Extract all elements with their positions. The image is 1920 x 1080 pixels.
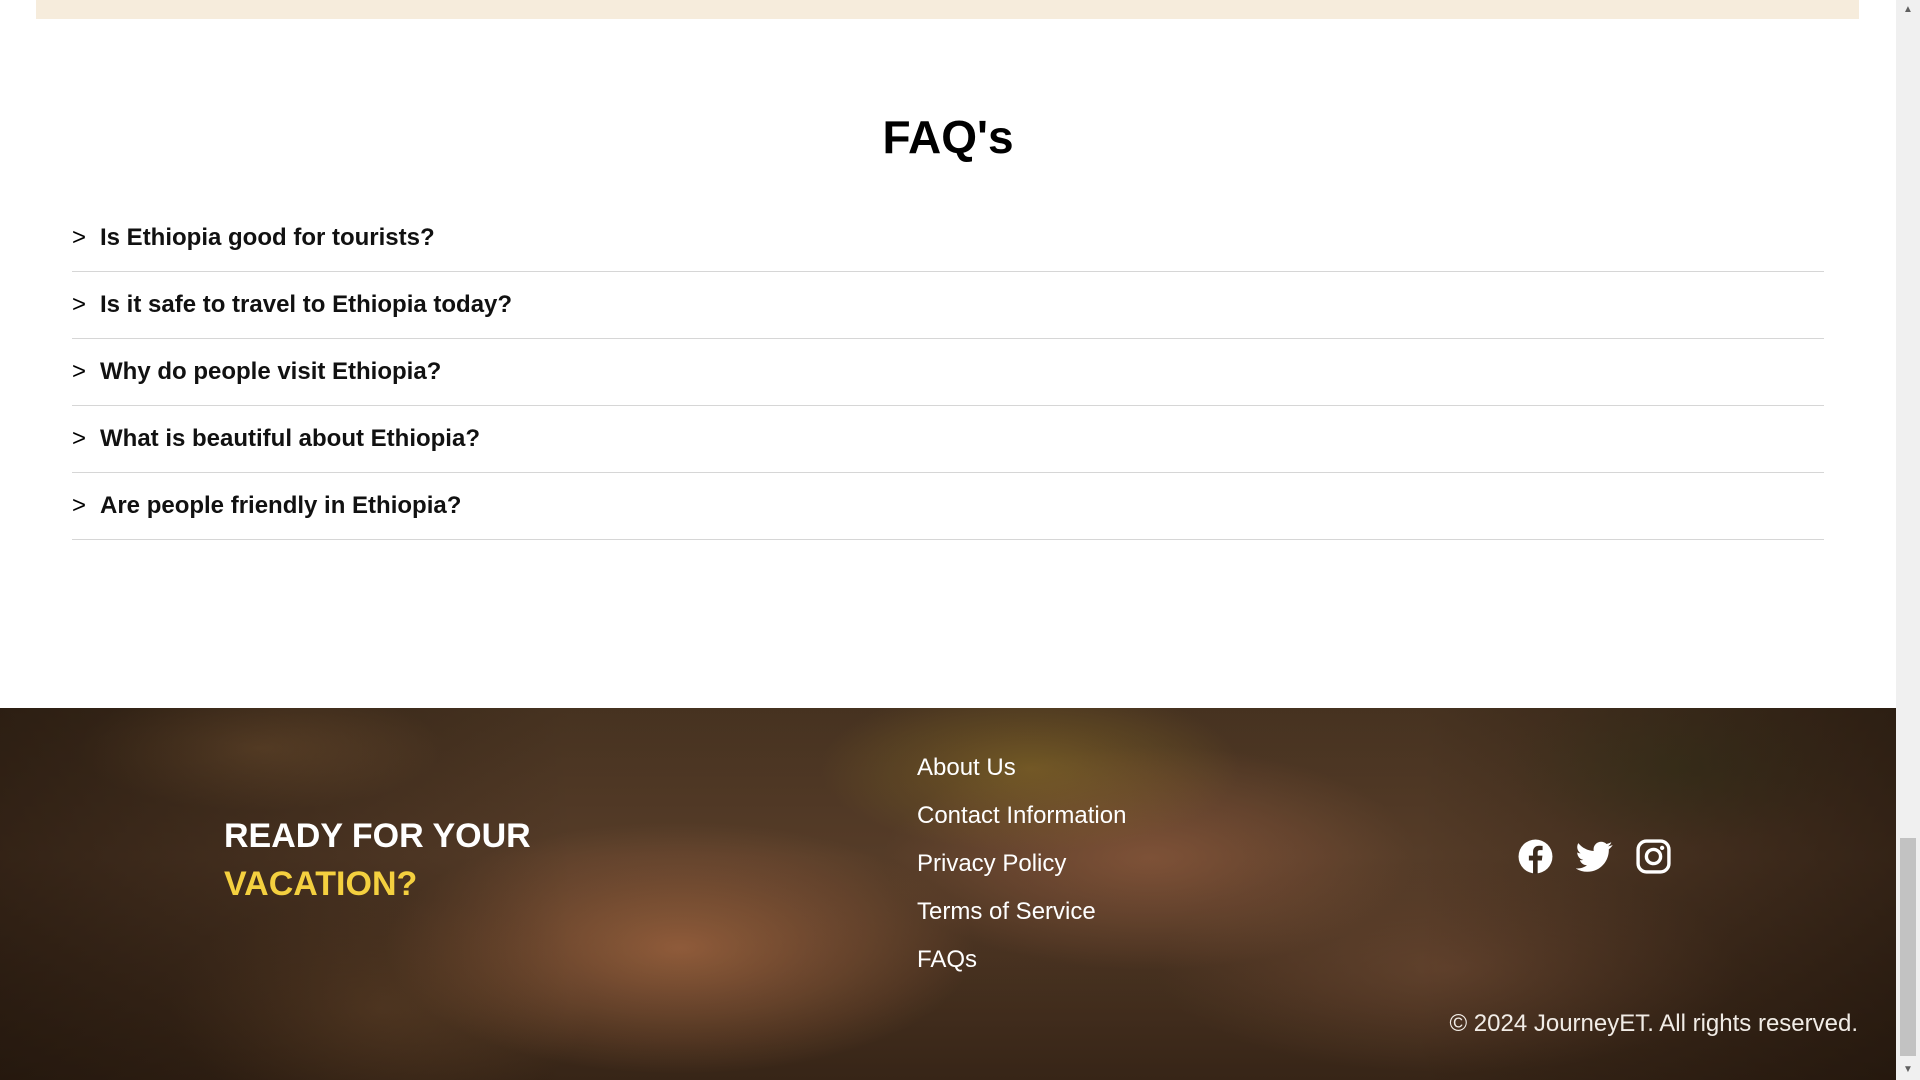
faq-item-friendly[interactable]: > Are people friendly in Ethiopia? [72, 473, 1824, 540]
about-us-link[interactable]: About Us [917, 754, 1016, 781]
faq-item-beautiful[interactable]: > What is beautiful about Ethiopia? [72, 406, 1824, 473]
footer-links: About Us Contact Information Privacy Pol… [917, 744, 1126, 984]
section-divider-strip [36, 0, 1859, 19]
faq-question: Are people friendly in Ethiopia? [100, 492, 462, 519]
faqs-link[interactable]: FAQs [917, 946, 977, 973]
facebook-icon[interactable] [1517, 838, 1554, 875]
privacy-policy-link[interactable]: Privacy Policy [917, 850, 1066, 877]
chevron-right-icon: > [72, 291, 87, 318]
faq-question: What is beautiful about Ethiopia? [100, 425, 480, 452]
social-links [1517, 838, 1672, 875]
footer-link-item: Contact Information [917, 792, 1126, 840]
footer-cta: READY FOR YOUR VACATION? [224, 812, 531, 908]
chevron-right-icon: > [72, 425, 87, 452]
terms-of-service-link[interactable]: Terms of Service [917, 898, 1096, 925]
faq-item-why-visit[interactable]: > Why do people visit Ethiopia? [72, 339, 1824, 406]
faq-list: > Is Ethiopia good for tourists? > Is it… [72, 205, 1824, 540]
faq-question: Is Ethiopia good for tourists? [100, 224, 435, 251]
faq-title: FAQ's [882, 111, 1014, 163]
footer-link-item: Terms of Service [917, 888, 1126, 936]
cta-heading-line1: READY FOR YOUR [224, 817, 531, 855]
page-viewport: FAQ's > Is Ethiopia good for tourists? >… [0, 0, 1896, 1080]
contact-information-link[interactable]: Contact Information [917, 802, 1126, 829]
faq-item-safety[interactable]: > Is it safe to travel to Ethiopia today… [72, 272, 1824, 339]
twitter-icon[interactable] [1575, 838, 1613, 875]
chevron-right-icon: > [72, 492, 87, 519]
footer-link-item: About Us [917, 744, 1126, 792]
faq-question: Why do people visit Ethiopia? [100, 358, 442, 385]
vertical-scrollbar[interactable]: ▲ ▼ [1896, 0, 1920, 1080]
chevron-right-icon: > [72, 224, 87, 251]
footer-link-item: FAQs [917, 936, 1126, 984]
instagram-icon[interactable] [1635, 838, 1672, 875]
chevron-right-icon: > [72, 358, 87, 385]
footer-link-item: Privacy Policy [917, 840, 1126, 888]
scrollbar-thumb[interactable] [1900, 838, 1916, 1056]
scroll-down-arrow-icon[interactable]: ▼ [1896, 1060, 1920, 1080]
scroll-up-arrow-icon[interactable]: ▲ [1896, 0, 1920, 20]
faq-item-tourists[interactable]: > Is Ethiopia good for tourists? [72, 205, 1824, 272]
copyright-text: © 2024 JourneyET. All rights reserved. [1449, 1010, 1858, 1037]
cta-heading-line2: VACATION? [224, 865, 418, 903]
site-footer: READY FOR YOUR VACATION? About Us Contac… [0, 708, 1896, 1080]
faq-question: Is it safe to travel to Ethiopia today? [100, 291, 513, 318]
